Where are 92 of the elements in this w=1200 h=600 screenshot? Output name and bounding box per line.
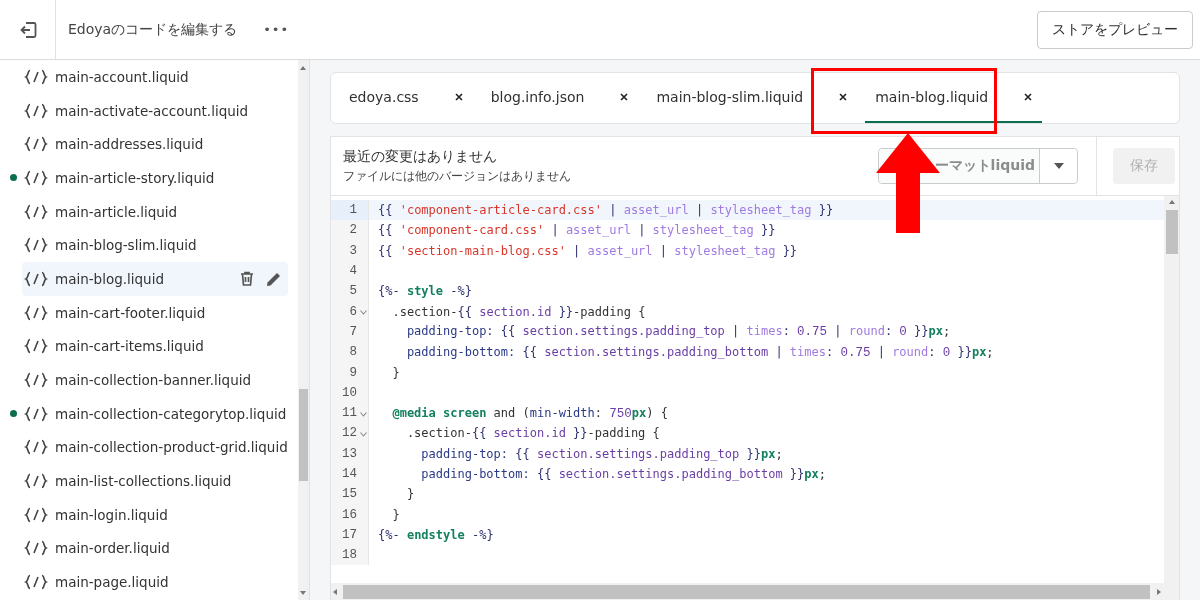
liquid-file-icon [24,304,48,321]
code-line: } [405,487,415,502]
line-number: 17 [341,527,357,542]
close-icon[interactable] [1024,93,1033,101]
line-number: 2 [348,223,357,238]
line-number: 9 [348,365,357,380]
fold-icon[interactable] [360,432,367,438]
exit-icon[interactable] [18,20,37,39]
fold-icon[interactable] [360,411,367,417]
file-item[interactable]: main-list-collections.liquid [22,464,288,498]
file-item[interactable]: main-collection-product-grid.liquid [22,430,288,465]
liquid-file-icon [24,203,48,220]
line-number: 16 [341,507,357,522]
liquid-file-icon [24,102,48,119]
file-item[interactable]: main-account.liquid [22,60,288,94]
file-item[interactable]: main-cart-footer.liquid [22,295,288,330]
liquid-file-icon [24,237,48,254]
code-line: .section-{{ section.id }}-padding { [405,426,660,441]
vertical-scrollbar[interactable] [1164,196,1179,600]
liquid-file-icon [24,473,48,490]
line-number: 15 [341,487,357,502]
file-item[interactable]: main-blog.liquid [22,262,288,296]
pencil-icon[interactable] [265,270,282,287]
line-number: 10 [341,385,357,400]
liquid-file-icon [24,439,48,456]
liquid-file-icon [24,338,48,355]
liquid-file-icon [24,540,48,557]
code-line: } [391,365,400,380]
liquid-file-icon [24,136,48,153]
change-status: 最近の変更はありません [343,147,498,166]
file-item[interactable]: main-collection-categorytop.liquid [22,396,288,431]
line-number: 12 [341,426,357,441]
scrollbar-thumb[interactable] [343,585,1150,599]
code-line: {%- endstyle -%} [377,527,494,542]
version-info: ファイルには他のバージョンはありません [343,167,571,185]
close-icon[interactable] [454,93,463,101]
file-item[interactable]: main-cart-items.liquid [22,329,288,364]
code-line: padding-bottom: {{ section.settings.padding_bottom | times: 0.75 | round: 0 }}px; [405,344,994,360]
code-line: .section-{{ section.id }}-padding { [391,304,646,319]
line-number: 11 [341,406,357,421]
close-icon[interactable] [620,93,629,101]
file-tab[interactable]: main-blog-slim.liquid [646,73,858,123]
preview-button[interactable]: ストアをプレビュー [1037,10,1193,49]
file-item[interactable]: main-collection-banner.liquid [22,363,288,397]
file-item[interactable]: main-article-story.liquid [22,161,288,195]
scrollbar-thumb[interactable] [298,389,308,481]
code-line: {%- style -%} [377,284,472,299]
delete-icon[interactable] [239,271,254,287]
code-line: {{ 'component-card.css' | asset_url | stylesheet_tag }} [377,223,776,238]
file-item[interactable]: main-order.liquid [22,531,288,566]
file-item[interactable]: main-article.liquid [22,194,288,229]
liquid-file-icon [24,270,48,287]
file-tab[interactable]: blog.info.json [480,73,639,123]
file-item[interactable]: main-addresses.liquid [22,127,288,162]
code-line: padding-bottom: {{ section.settings.padding_bottom }}px; [420,467,826,481]
line-number: 14 [341,467,357,481]
line-number: 18 [341,548,357,563]
code-line: padding-top: {{ section.settings.padding_top | times: 0.75 | round: 0 }}px; [405,324,951,340]
line-number: 13 [341,446,357,461]
file-item[interactable]: main-activate-account.liquid [22,93,288,128]
horizontal-scrollbar[interactable] [331,583,1164,600]
file-item[interactable]: main-page.liquid [22,565,288,599]
liquid-file-icon [24,169,48,186]
liquid-file-icon [24,68,48,85]
page-title: Edoyaのコードを編集する [68,20,238,39]
liquid-file-icon [24,574,48,591]
file-tab[interactable]: edoya.css [339,73,473,123]
caret-icon [1053,163,1064,169]
scrollbar-thumb[interactable] [1165,210,1178,254]
fold-icon[interactable] [360,310,367,316]
line-number: 1 [348,203,357,218]
line-number: 8 [348,345,357,360]
line-number: 6 [348,304,357,319]
code-line: {{ 'section-main-blog.css' | asset_url | stylesheet_tag }} [377,243,798,258]
code-line: @media screen and (min-width: 750px) { [391,405,668,421]
code-line: padding-top: {{ section.settings.padding_top }}px; [420,446,783,461]
line-number: 5 [348,284,357,299]
liquid-file-icon [24,372,48,389]
liquid-file-icon [24,405,48,422]
file-item[interactable]: main-login.liquid [22,497,288,532]
code-line: {{ 'component-article-card.css' | asset_url | stylesheet_tag }} [377,203,834,218]
line-number: 4 [348,264,357,279]
file-tab[interactable]: main-blog.liquid [865,73,1043,123]
line-number: 7 [348,324,357,339]
close-icon[interactable] [839,93,848,101]
format-dropdown[interactable] [1039,149,1077,183]
more-menu[interactable]: ••• [259,20,294,39]
liquid-file-icon [24,506,48,523]
code-line: } [391,507,400,522]
file-item[interactable]: main-blog-slim.liquid [22,228,288,263]
scrollbar[interactable] [297,60,309,600]
line-number: 3 [348,243,357,258]
